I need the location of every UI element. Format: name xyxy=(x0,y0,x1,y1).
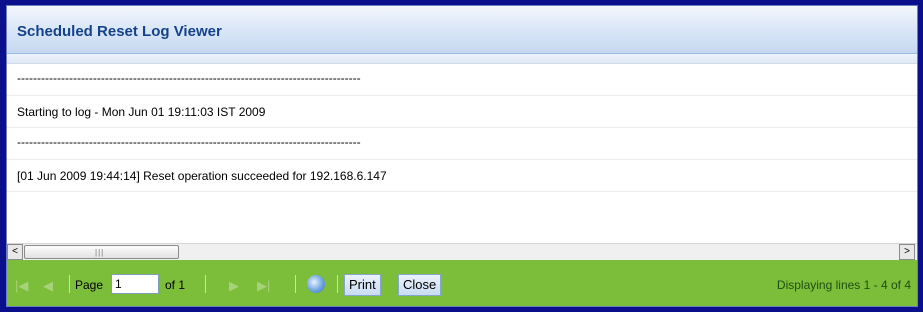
scroll-right-button[interactable]: > xyxy=(899,244,915,260)
title-bar: Scheduled Reset Log Viewer xyxy=(7,6,917,54)
log-list: ----------------------------------------… xyxy=(7,64,917,192)
log-viewer-window: Scheduled Reset Log Viewer -------------… xyxy=(6,5,918,307)
page-count-label: of 1 xyxy=(165,278,186,292)
print-button[interactable]: Print xyxy=(344,274,381,296)
window-title: Scheduled Reset Log Viewer xyxy=(17,23,222,40)
log-line: Starting to log - Mon Jun 01 19:11:03 IS… xyxy=(7,96,917,128)
page-number-input[interactable]: 1 xyxy=(111,274,159,294)
last-page-icon[interactable]: ▶| xyxy=(257,278,270,294)
toolbar-separator xyxy=(337,275,338,293)
horizontal-scrollbar[interactable]: < ||| > xyxy=(7,243,917,260)
refresh-icon[interactable] xyxy=(307,275,325,293)
toolbar-separator xyxy=(295,275,296,293)
log-line: [01 Jun 2009 19:44:14] Reset operation s… xyxy=(7,160,917,192)
status-text: Displaying lines 1 - 4 of 4 xyxy=(776,278,911,292)
prev-page-icon[interactable]: ◀ xyxy=(43,278,53,294)
log-line: ----------------------------------------… xyxy=(7,128,917,160)
next-page-icon[interactable]: ▶ xyxy=(229,278,239,294)
scroll-left-button[interactable]: < xyxy=(7,244,23,260)
close-button[interactable]: Close xyxy=(398,274,442,296)
scroll-thumb[interactable]: ||| xyxy=(24,245,179,259)
scroll-grip-icon: ||| xyxy=(95,248,105,257)
paging-toolbar: |◀ ◀ Page 1 of 1 ▶ ▶| Print Close Displa… xyxy=(7,260,917,306)
toolbar-separator xyxy=(69,275,70,293)
toolbar-separator xyxy=(205,275,206,293)
page-label: Page xyxy=(75,278,104,292)
first-page-icon[interactable]: |◀ xyxy=(15,278,28,294)
log-line: ----------------------------------------… xyxy=(7,64,917,96)
grid-header xyxy=(7,54,917,64)
